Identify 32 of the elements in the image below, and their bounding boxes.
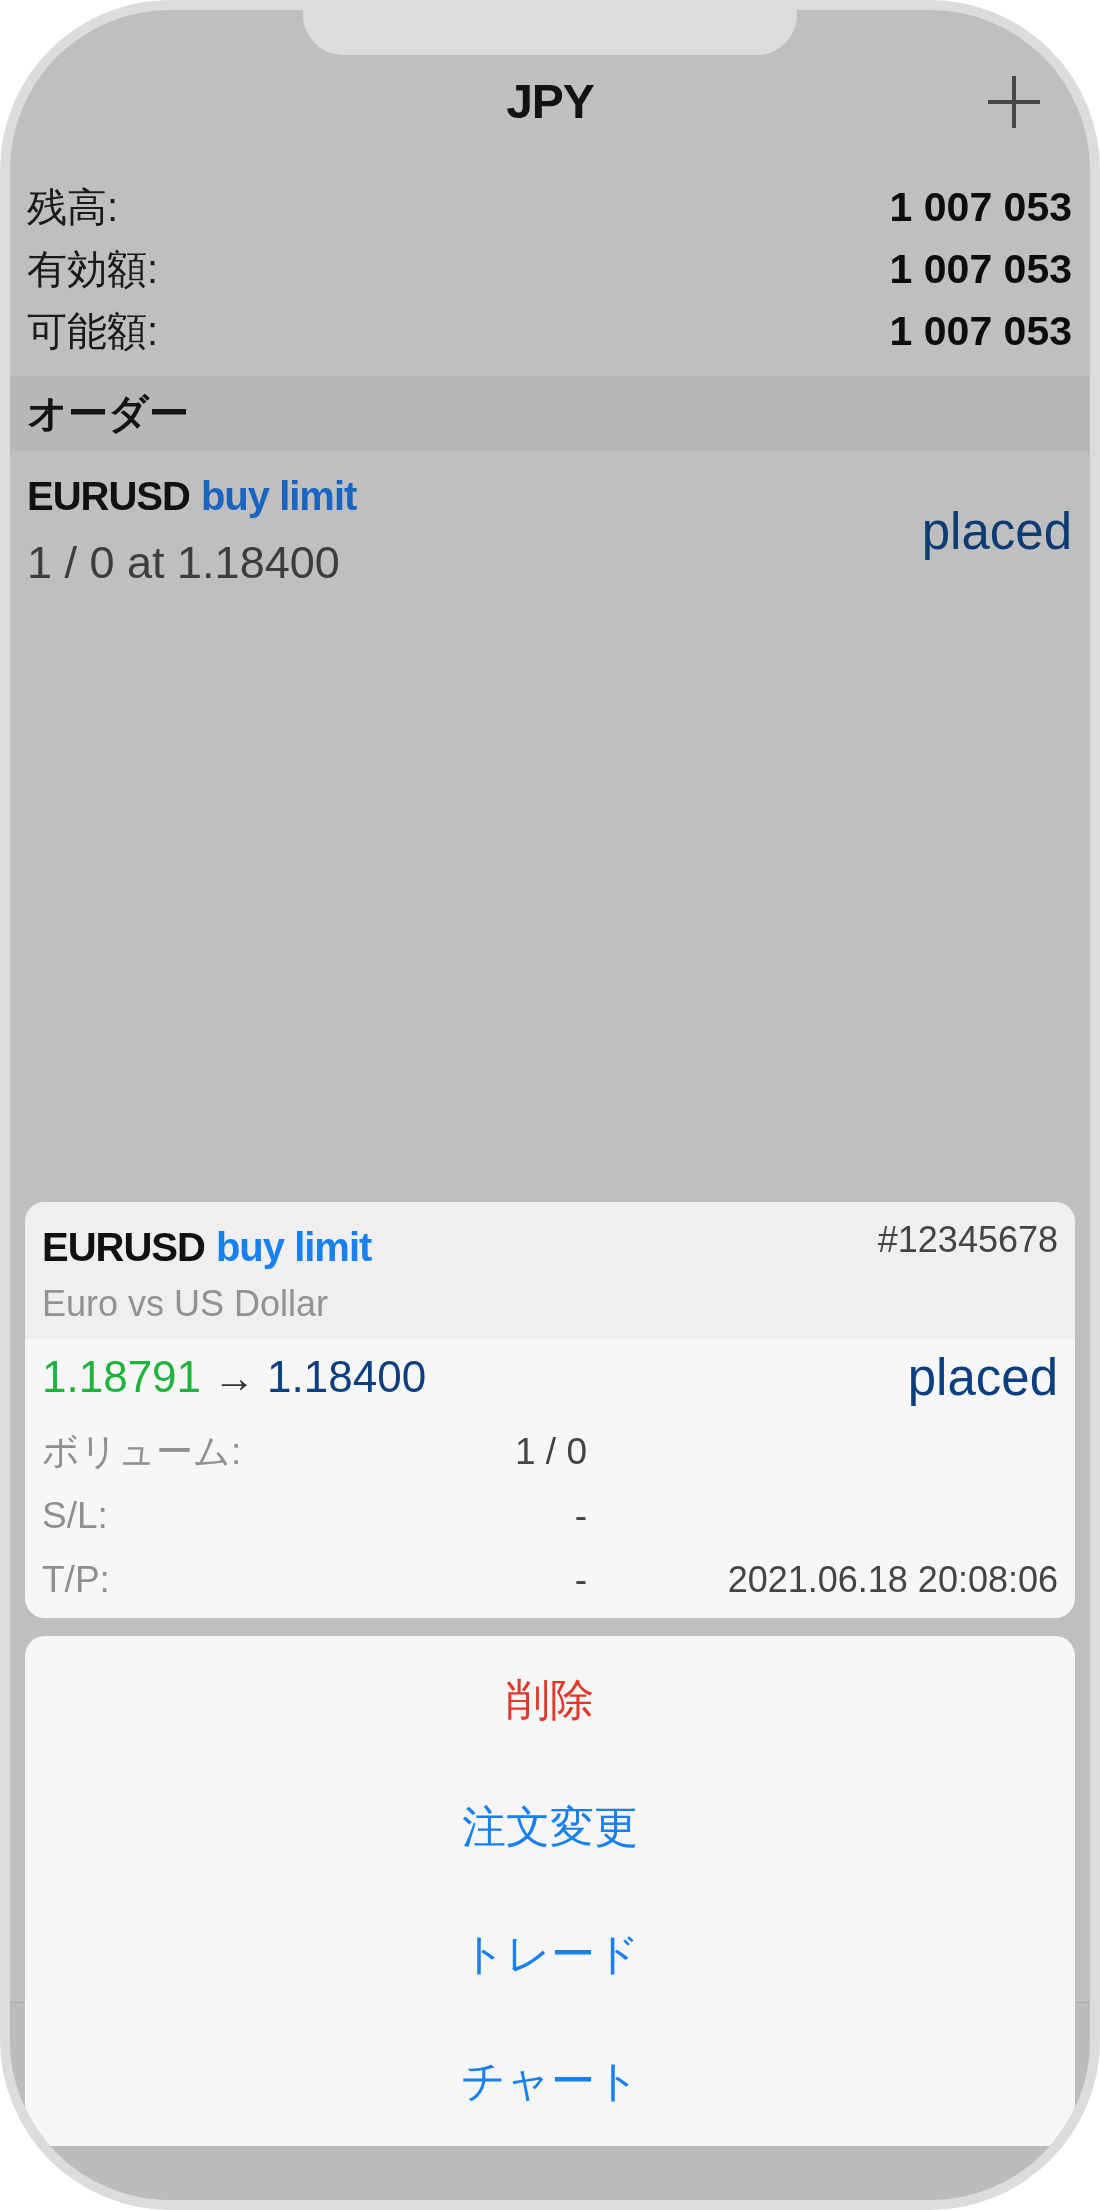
order-details: 1 / 0 at 1.18400 bbox=[27, 536, 340, 590]
arrow-glyph: → bbox=[213, 1354, 256, 1402]
currency-title: JPY bbox=[506, 74, 594, 130]
account-label: 可能額: bbox=[27, 307, 159, 355]
field-label: S/L: bbox=[42, 1495, 108, 1537]
symbol-description: Euro vs US Dollar bbox=[42, 1282, 329, 1326]
account-label: 有効額: bbox=[27, 245, 159, 293]
card-order-type: buy limit bbox=[215, 1224, 372, 1271]
order-status: placed bbox=[921, 502, 1072, 561]
account-label: 残高: bbox=[27, 183, 119, 231]
order-time: 2021.06.18 20:08:06 bbox=[727, 1559, 1058, 1601]
order-price: 1.18400 bbox=[267, 1352, 427, 1402]
field-label: ボリューム: bbox=[42, 1430, 242, 1474]
card-symbol: EURUSD bbox=[42, 1224, 205, 1271]
card-status: placed bbox=[907, 1347, 1058, 1407]
section-header: オーダー bbox=[10, 376, 1090, 451]
field-value: - bbox=[574, 1495, 587, 1537]
open-price: 1.18791 bbox=[42, 1352, 202, 1402]
order-type: buy limit bbox=[200, 473, 357, 520]
field-value: - bbox=[574, 1559, 587, 1601]
chart-button[interactable]: チャート bbox=[25, 2018, 1075, 2145]
field-value: 1 / 0 bbox=[515, 1431, 587, 1473]
account-value: 1 007 053 bbox=[889, 183, 1072, 231]
trade-button[interactable]: トレード bbox=[25, 1891, 1075, 2018]
ticket-number: #12345678 bbox=[877, 1220, 1058, 1260]
modify-order-button[interactable]: 注文変更 bbox=[25, 1764, 1075, 1891]
delete-button[interactable]: 削除 bbox=[25, 1637, 1075, 1764]
field-label: T/P: bbox=[42, 1559, 110, 1601]
add-icon[interactable] bbox=[988, 76, 1040, 128]
account-value: 1 007 053 bbox=[889, 245, 1072, 293]
account-value: 1 007 053 bbox=[889, 307, 1072, 355]
order-symbol: EURUSD bbox=[27, 473, 190, 520]
